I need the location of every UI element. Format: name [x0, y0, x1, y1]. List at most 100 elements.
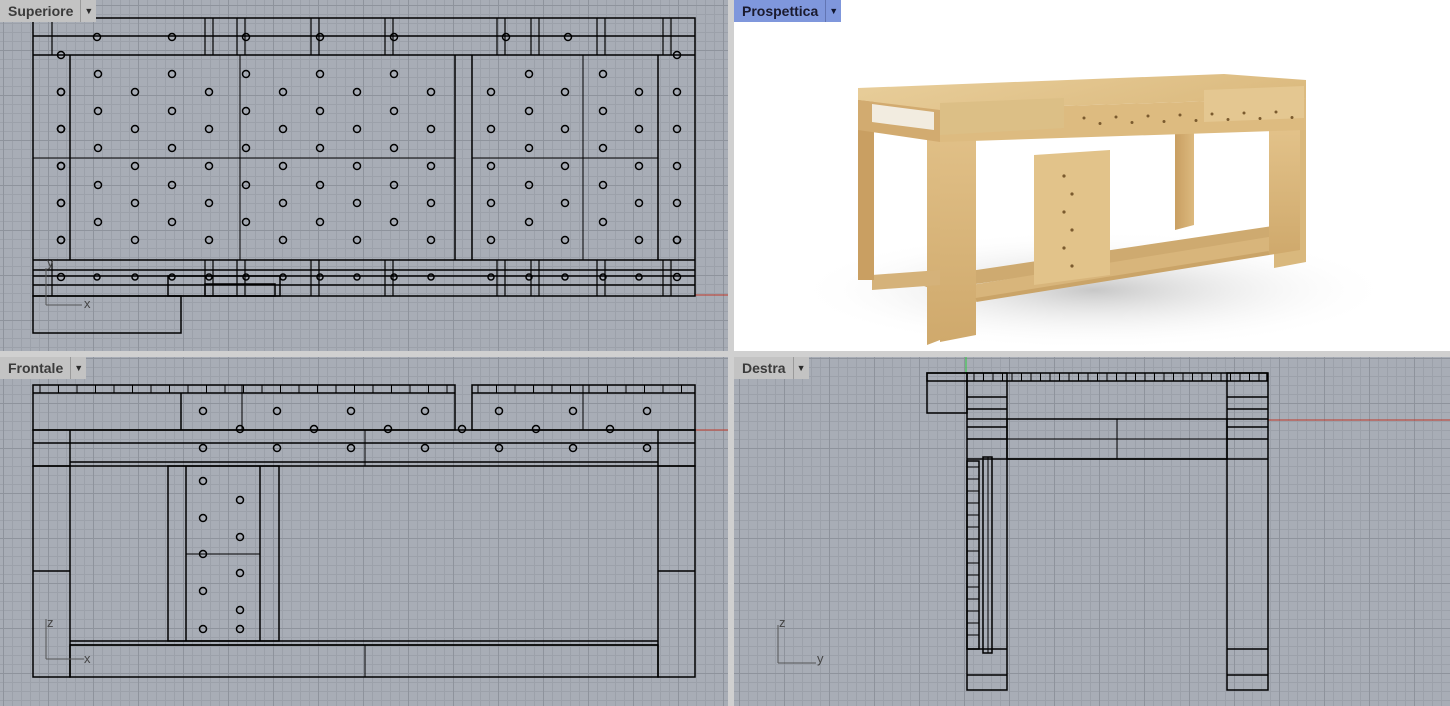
hole-mark — [198, 624, 208, 634]
hole-mark — [389, 106, 399, 116]
hole-mark — [1194, 119, 1198, 122]
hole-mark — [560, 161, 570, 171]
hole-mark — [672, 272, 682, 282]
hole-mark — [487, 273, 495, 281]
hole-mark — [642, 443, 652, 453]
hole-mark — [204, 161, 214, 171]
hole-mark — [598, 180, 608, 190]
hole-mark — [560, 198, 570, 208]
axis-y-label: y — [47, 255, 54, 270]
hole-mark — [494, 406, 504, 416]
viewport-title[interactable]: Superiore — [0, 0, 81, 22]
hole-mark — [426, 161, 436, 171]
hole-mark — [279, 273, 287, 281]
hole-mark — [272, 443, 282, 453]
hole-mark — [272, 406, 282, 416]
hole-mark — [1098, 122, 1102, 125]
hole-mark — [672, 161, 682, 171]
right-view-drawing: y z — [777, 357, 1450, 691]
viewport-title[interactable]: Frontale — [0, 357, 71, 379]
hole-mark — [131, 273, 139, 281]
hole-mark — [198, 513, 208, 523]
hole-mark — [130, 161, 140, 171]
viewport-tab-front[interactable]: Frontale ▼ — [0, 357, 87, 379]
viewport-right[interactable]: y z Destra ▼ — [734, 357, 1450, 706]
viewport-title[interactable]: Prospettica — [734, 0, 826, 22]
hole-mark — [56, 124, 66, 134]
hole-mark — [383, 424, 393, 434]
axis-x-label: x — [84, 296, 91, 311]
hole-mark — [1258, 117, 1262, 120]
hole-mark — [634, 161, 644, 171]
hole-mark — [598, 143, 608, 153]
hole-mark — [241, 217, 251, 227]
chevron-down-icon[interactable]: ▼ — [825, 0, 842, 22]
chevron-down-icon[interactable]: ▼ — [80, 0, 97, 22]
chevron-down-icon[interactable]: ▼ — [70, 357, 87, 379]
viewport-tab-top[interactable]: Superiore ▼ — [0, 0, 97, 22]
hole-mark — [235, 624, 245, 634]
hole-mark — [346, 406, 356, 416]
hole-mark — [167, 32, 177, 42]
hole-mark — [1274, 110, 1278, 114]
hole-mark — [426, 235, 436, 245]
hole-mark — [486, 235, 496, 245]
viewport-perspective[interactable]: Prospettica ▼ — [734, 0, 1450, 351]
viewport-tab-perspective[interactable]: Prospettica ▼ — [734, 0, 842, 22]
hole-mark — [560, 124, 570, 134]
hole-mark — [598, 106, 608, 116]
axis-y-label: y — [817, 651, 824, 666]
hole-mark — [634, 198, 644, 208]
hole-mark — [1178, 113, 1182, 117]
hole-mark — [672, 198, 682, 208]
hole-mark — [426, 124, 436, 134]
viewport-tab-right[interactable]: Destra ▼ — [734, 357, 809, 379]
hole-mark — [524, 217, 534, 227]
perspective-render — [794, 74, 1394, 350]
viewport-splitter-horizontal[interactable] — [0, 351, 1450, 357]
hole-mark — [1062, 174, 1066, 178]
hole-mark — [167, 69, 177, 79]
hole-mark — [278, 124, 288, 134]
hole-mark — [352, 161, 362, 171]
hole-mark — [204, 198, 214, 208]
hole-mark — [56, 198, 66, 208]
hole-mark — [598, 69, 608, 79]
hole-mark — [315, 217, 325, 227]
hole-mark — [1062, 210, 1066, 214]
hole-mark — [353, 273, 361, 281]
hole-mark — [568, 406, 578, 416]
hole-mark — [93, 217, 103, 227]
hole-mark — [235, 495, 245, 505]
hole-mark — [598, 217, 608, 227]
hole-mark — [642, 406, 652, 416]
hole-mark — [1242, 111, 1246, 115]
hole-mark — [563, 32, 573, 42]
hole-mark — [672, 124, 682, 134]
hole-mark — [1082, 116, 1086, 120]
hole-mark — [204, 124, 214, 134]
hole-mark — [346, 443, 356, 453]
hole-mark — [352, 235, 362, 245]
viewport-front[interactable]: x z Frontale ▼ — [0, 357, 728, 706]
hole-mark — [501, 32, 511, 42]
viewport-title[interactable]: Destra — [734, 357, 793, 379]
chevron-down-icon[interactable]: ▼ — [792, 357, 809, 379]
hole-mark — [427, 273, 435, 281]
hole-mark — [93, 69, 103, 79]
hole-mark — [278, 161, 288, 171]
hole-mark — [352, 198, 362, 208]
hole-mark — [1070, 228, 1074, 232]
hole-mark — [486, 124, 496, 134]
hole-mark — [167, 106, 177, 116]
hole-mark — [486, 161, 496, 171]
hole-mark — [56, 235, 66, 245]
hole-mark — [634, 87, 644, 97]
hole-mark — [93, 273, 101, 281]
hole-mark — [198, 443, 208, 453]
viewport-top[interactable]: x y Superiore ▼ — [0, 0, 728, 351]
hole-mark — [560, 235, 570, 245]
hole-mark — [389, 217, 399, 227]
hole-mark — [204, 235, 214, 245]
hole-mark — [205, 273, 213, 281]
